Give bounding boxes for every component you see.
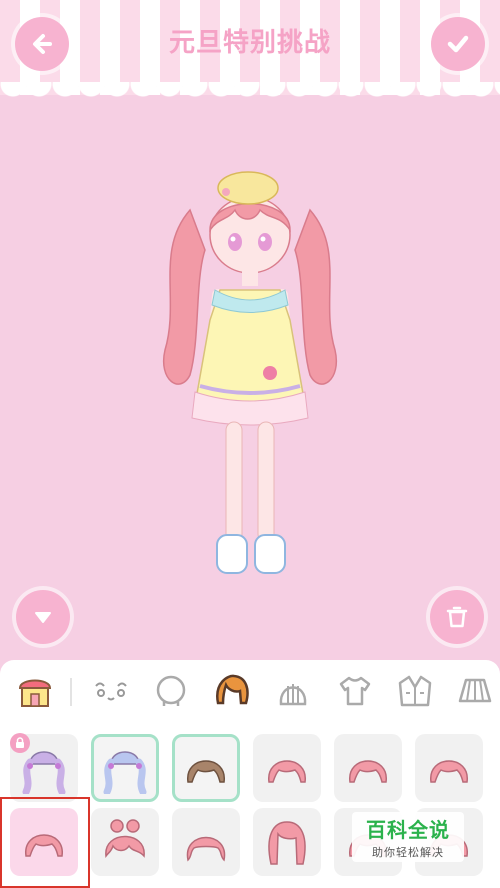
hair-item[interactable] xyxy=(253,734,321,802)
category-hair[interactable] xyxy=(213,672,251,710)
hair-item[interactable] xyxy=(172,734,240,802)
back-button[interactable] xyxy=(15,17,69,71)
arrow-left-icon xyxy=(33,34,52,54)
category-back-hair[interactable] xyxy=(274,672,312,710)
delete-button[interactable] xyxy=(430,590,484,644)
category-skirt[interactable] xyxy=(456,672,494,710)
watermark: 百科全说 助你轻松解决 xyxy=(352,812,464,862)
watermark-main: 百科全说 xyxy=(366,818,450,842)
category-face[interactable] xyxy=(92,672,130,710)
trash-icon xyxy=(446,606,468,628)
twin-tails-blue-icon xyxy=(103,751,147,794)
category-shop[interactable] xyxy=(16,672,54,710)
check-icon xyxy=(447,35,469,53)
lock-icon xyxy=(10,733,30,753)
awning-scallop xyxy=(0,82,500,104)
shirt-icon xyxy=(339,676,371,706)
category-top[interactable] xyxy=(336,672,374,710)
hair-item[interactable] xyxy=(334,734,402,802)
hair-item[interactable] xyxy=(91,734,159,802)
shop-icon xyxy=(18,679,52,707)
hair-icon xyxy=(216,674,249,705)
hair-item[interactable] xyxy=(172,808,240,876)
face-icon xyxy=(95,682,127,701)
head-icon xyxy=(156,675,186,706)
category-bar xyxy=(0,660,500,720)
category-divider xyxy=(70,678,72,706)
category-head[interactable] xyxy=(152,672,190,710)
jacket-icon xyxy=(398,675,432,707)
hair-item[interactable] xyxy=(253,808,321,876)
page-title: 元旦特别挑战 xyxy=(168,28,331,58)
hair-item[interactable] xyxy=(91,808,159,876)
skirt-icon xyxy=(458,678,492,703)
collapse-button[interactable] xyxy=(16,590,70,644)
confirm-button[interactable] xyxy=(431,17,485,71)
watermark-sub: 助你轻松解决 xyxy=(372,846,444,859)
bob-pink-icon xyxy=(430,760,468,783)
bun-pink-icon xyxy=(105,819,145,858)
long-pink-icon xyxy=(268,821,306,865)
wavy-pink-icon xyxy=(186,836,226,862)
bob-pink-icon xyxy=(268,760,306,783)
bob-brown-icon xyxy=(187,760,225,783)
bob-pink-icon xyxy=(349,760,387,783)
selection-highlight xyxy=(0,797,90,888)
triangle-down-icon xyxy=(35,612,51,623)
back-hair-icon xyxy=(279,684,307,706)
character-preview xyxy=(162,171,338,574)
category-jacket[interactable] xyxy=(396,672,434,710)
hair-item[interactable] xyxy=(415,734,483,802)
